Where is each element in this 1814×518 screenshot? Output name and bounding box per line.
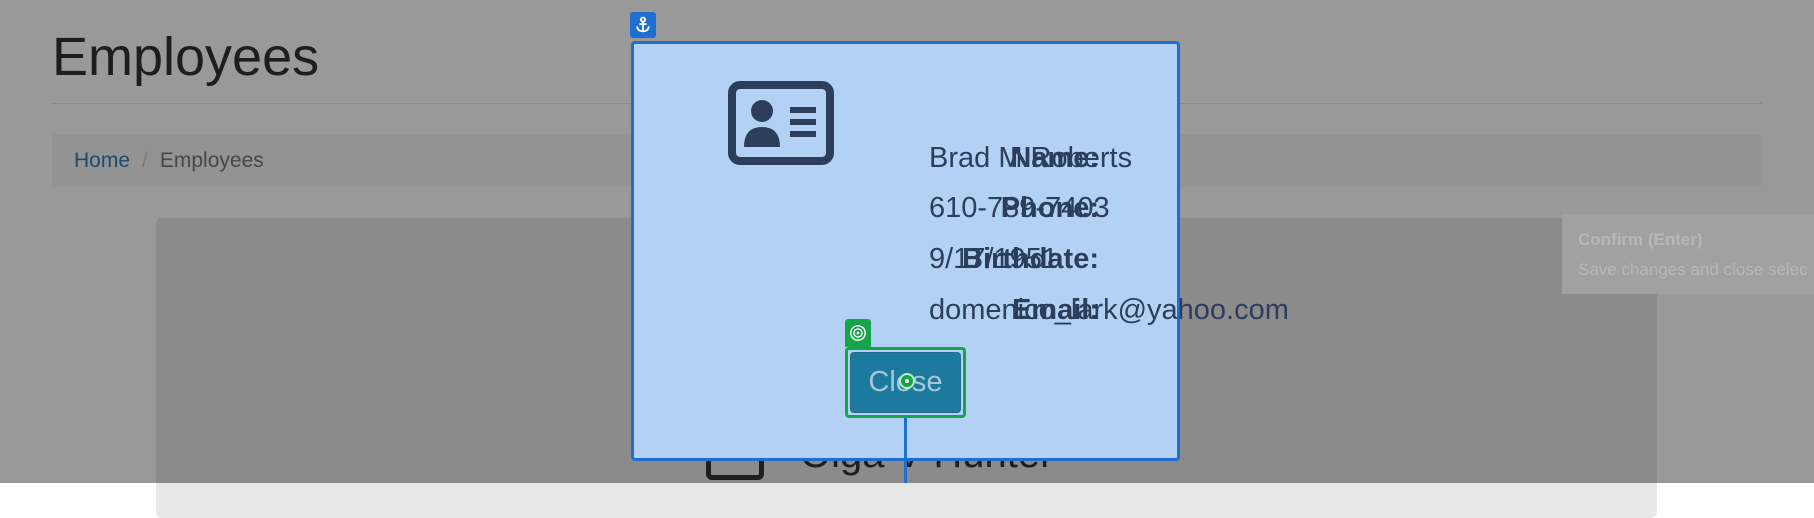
target-icon xyxy=(845,319,871,347)
anchor-icon xyxy=(630,12,656,38)
info-row-birthdate: Birthdate: 9/17/1951 xyxy=(634,243,1394,283)
confirm-tooltip: Confirm (Enter) Save changes and close s… xyxy=(1562,214,1814,294)
info-row-name: Name: Brad M Roberts xyxy=(634,142,1394,182)
info-row-phone: Phone: 610-789-7403 xyxy=(634,192,1394,232)
phone-value: 610-789-7403 xyxy=(929,192,1110,224)
birthdate-value: 9/17/1951 xyxy=(929,243,1059,275)
tooltip-title: Confirm (Enter) xyxy=(1578,230,1703,249)
name-value: Brad M Roberts xyxy=(929,142,1133,174)
connector-line xyxy=(904,418,907,483)
info-row-email: Email: domenico_lark@yahoo.com xyxy=(634,294,1394,334)
tooltip-text: Save changes and close selec xyxy=(1578,260,1808,279)
cursor-dot xyxy=(899,373,915,389)
email-value: domenico_lark@yahoo.com xyxy=(929,294,1289,326)
